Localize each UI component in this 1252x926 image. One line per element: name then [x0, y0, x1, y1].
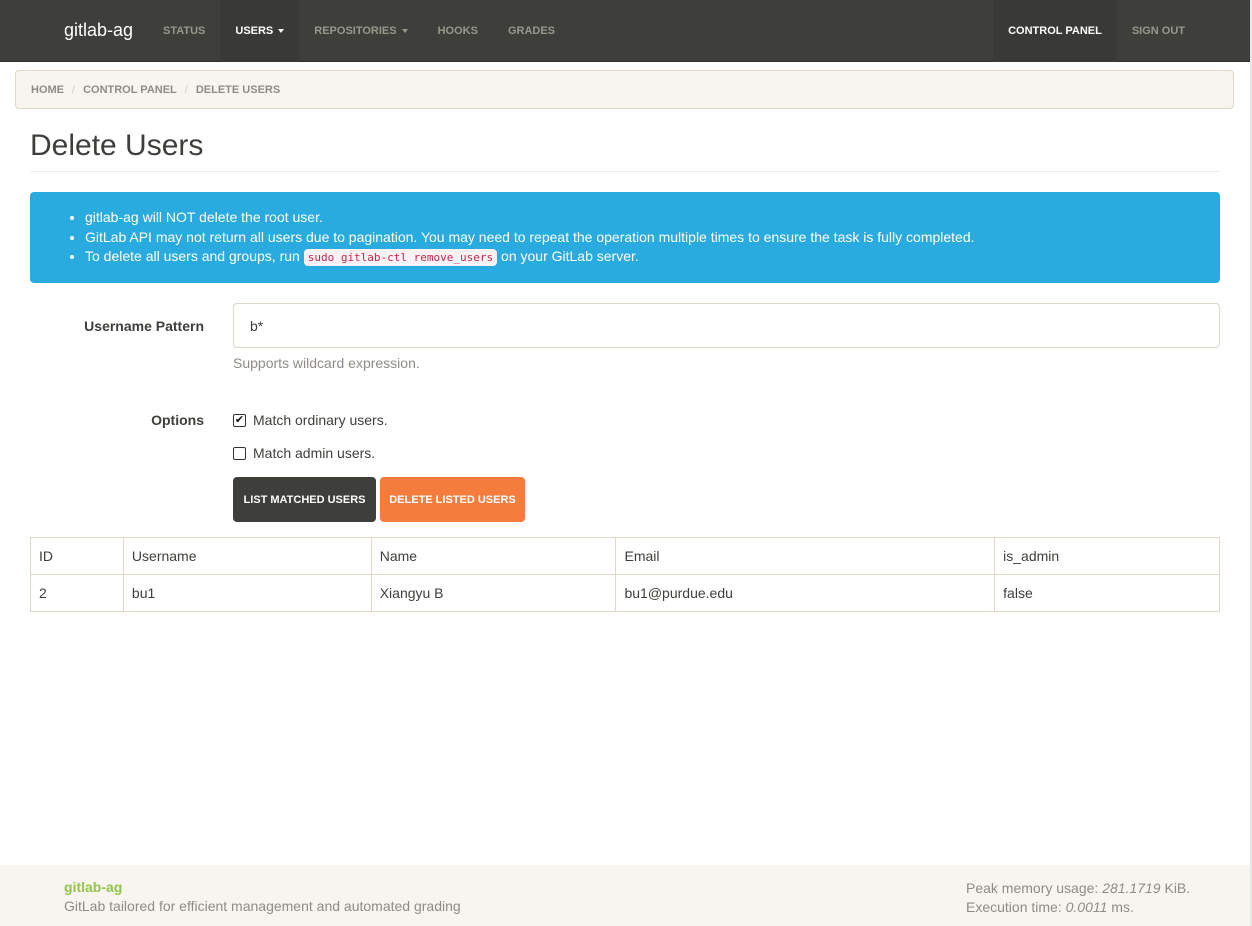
memory-label: Peak memory usage: — [966, 880, 1099, 896]
cell-name: Xiangyu B — [370, 574, 617, 612]
top-navbar: gitlab-ag STATUS USERS REPOSITORIES HOOK… — [0, 0, 1252, 62]
cell-is-admin: false — [994, 574, 1220, 612]
pattern-help-text: Supports wildcard expression. — [233, 355, 420, 371]
column-header-id: ID — [30, 537, 124, 575]
alert-list: gitlab-ag will NOT delete the root user.… — [85, 208, 1200, 268]
user-nav: CONTROL PANEL SIGN OUT — [993, 0, 1200, 62]
cell-username: bu1 — [122, 574, 372, 612]
alert-item-prefix: To delete all users and groups, run — [85, 248, 300, 264]
exec-unit: ms. — [1111, 899, 1134, 915]
users-table: ID Username Name Email is_admin 2 bu1 Xi… — [30, 537, 1220, 612]
table-row: 2 bu1 Xiangyu B bu1@purdue.edu false — [30, 574, 1220, 612]
delete-listed-users-button[interactable]: DELETE LISTED USERS — [380, 477, 525, 522]
checkmark-icon: ✔ — [234, 413, 245, 426]
match-admin-checkbox[interactable] — [233, 446, 246, 460]
cell-email: bu1@purdue.edu — [615, 574, 996, 612]
command-code: sudo gitlab-ctl remove_users — [303, 249, 498, 266]
alert-item-suffix: on your GitLab server. — [501, 248, 639, 264]
alert-item: To delete all users and groups, run sudo… — [85, 247, 1200, 268]
nav-item-hooks[interactable]: HOOKS — [423, 0, 493, 62]
cell-id: 2 — [30, 574, 124, 612]
list-matched-users-button[interactable]: LIST MATCHED USERS — [233, 477, 376, 522]
table-header-row: ID Username Name Email is_admin — [30, 537, 1220, 575]
breadcrumb-control-panel[interactable]: CONTROL PANEL — [83, 84, 177, 96]
alert-item: gitlab-ag will NOT delete the root user. — [85, 208, 1200, 228]
breadcrumb-home[interactable]: HOME — [31, 84, 64, 96]
column-header-username: Username — [122, 537, 372, 575]
brand-link[interactable]: gitlab-ag — [64, 20, 133, 41]
nav-item-users[interactable]: USERS — [220, 0, 300, 62]
alert-item: GitLab API may not return all users due … — [85, 228, 1200, 248]
match-ordinary-option[interactable]: ✔ Match ordinary users. — [233, 412, 388, 428]
exec-label: Execution time: — [966, 899, 1062, 915]
nav-item-label: SIGN OUT — [1131, 25, 1185, 37]
nav-item-label: USERS — [235, 25, 274, 37]
nav-item-label: HOOKS — [437, 25, 478, 37]
nav-item-repositories[interactable]: REPOSITORIES — [299, 0, 422, 62]
memory-unit: KiB. — [1164, 880, 1191, 896]
breadcrumb-separator: / — [184, 83, 188, 96]
nav-item-label: STATUS — [163, 25, 206, 37]
memory-usage: Peak memory usage: 281.1719 KiB. — [966, 879, 1190, 898]
page-header: Delete Users — [30, 128, 1220, 172]
breadcrumb: HOME / CONTROL PANEL / DELETE USERS — [15, 70, 1234, 109]
caret-down-icon — [401, 29, 408, 33]
breadcrumb-current: DELETE USERS — [195, 83, 281, 96]
match-ordinary-label: Match ordinary users. — [253, 412, 388, 428]
footer-stats: Peak memory usage: 281.1719 KiB. Executi… — [966, 879, 1190, 917]
match-ordinary-checkbox[interactable]: ✔ — [233, 413, 246, 427]
username-pattern-label: Username Pattern — [84, 318, 204, 334]
nav-item-label: GRADES — [507, 25, 556, 37]
main-nav: STATUS USERS REPOSITORIES HOOKS GRADES — [148, 0, 570, 62]
column-header-email: Email — [615, 537, 996, 575]
options-label: Options — [151, 412, 204, 428]
column-header-is-admin: is_admin — [994, 537, 1220, 575]
column-header-name: Name — [370, 537, 617, 575]
nav-item-control-panel[interactable]: CONTROL PANEL — [993, 0, 1117, 62]
breadcrumb-separator: / — [72, 83, 76, 96]
nav-item-grades[interactable]: GRADES — [493, 0, 570, 62]
memory-value: 281.1719 — [1102, 880, 1161, 896]
caret-down-icon — [278, 29, 285, 33]
info-alert: gitlab-ag will NOT delete the root user.… — [30, 192, 1220, 283]
execution-time: Execution time: 0.0011 ms. — [966, 898, 1190, 917]
nav-item-status[interactable]: STATUS — [148, 0, 220, 62]
match-admin-option[interactable]: Match admin users. — [233, 445, 375, 461]
nav-item-label: CONTROL PANEL — [1008, 25, 1102, 37]
match-admin-label: Match admin users. — [253, 445, 376, 461]
nav-item-sign-out[interactable]: SIGN OUT — [1117, 0, 1200, 62]
username-pattern-input[interactable] — [233, 303, 1220, 348]
exec-value: 0.0011 — [1065, 899, 1108, 915]
nav-item-label: REPOSITORIES — [314, 25, 397, 37]
footer: gitlab-ag GitLab tailored for efficient … — [0, 865, 1252, 926]
footer-tagline: GitLab tailored for efficient management… — [64, 898, 461, 914]
footer-brand: gitlab-ag — [64, 879, 123, 895]
page-title: Delete Users — [30, 129, 204, 162]
